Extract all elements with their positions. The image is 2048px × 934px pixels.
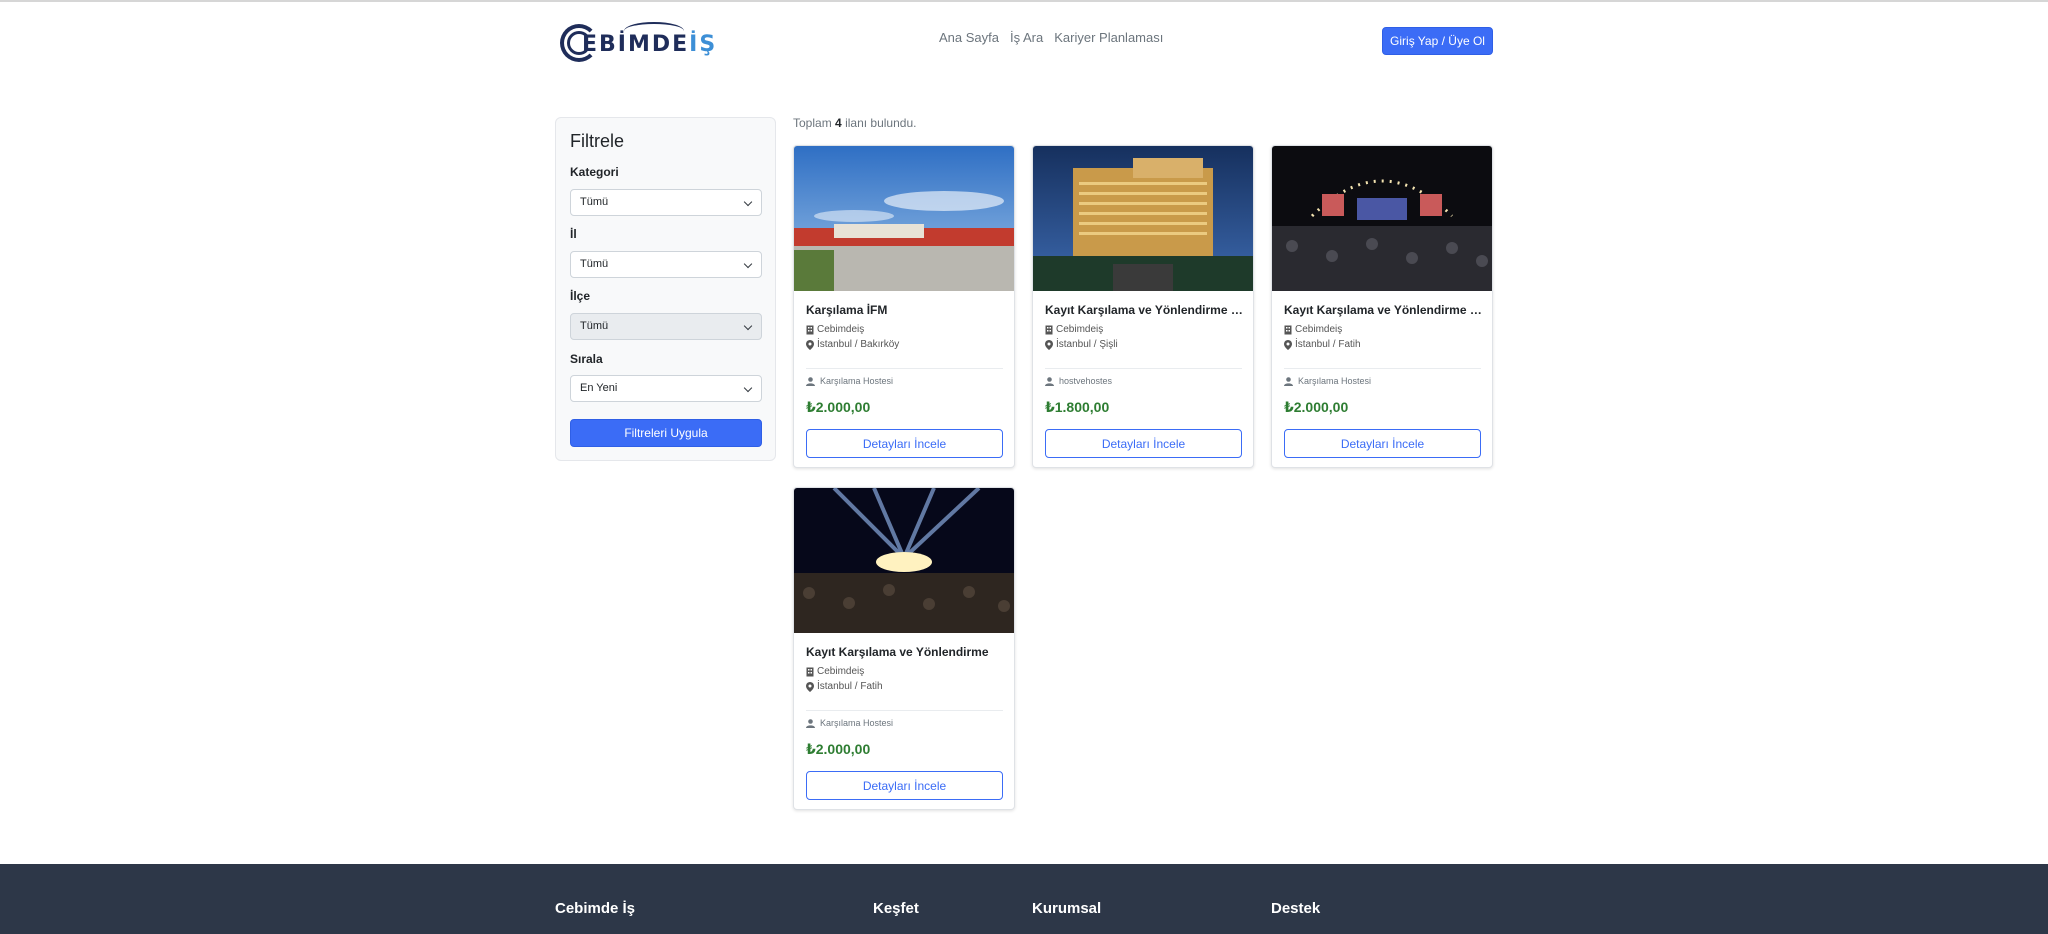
results-summary: Toplam 4 ilanı bulundu.: [793, 116, 916, 130]
job-price: ₺2.000,00: [806, 399, 871, 415]
building-icon: [1284, 325, 1292, 334]
district-select: Tümü: [570, 313, 762, 340]
job-card: Kayıt Karşılama ve Yönlendirme Hostesi C…: [1032, 145, 1254, 468]
chevron-down-icon: [743, 383, 753, 393]
chevron-down-icon: [743, 197, 753, 207]
company-name: Cebimdeiş: [1295, 324, 1343, 335]
map-pin-icon: [1284, 339, 1292, 350]
logo-text: EBİMDEİŞ: [582, 32, 718, 57]
results-suffix: ilanı bulundu.: [845, 116, 917, 130]
nav-career-planning[interactable]: Kariyer Planlaması: [1054, 30, 1163, 45]
view-details-button[interactable]: Detayları İncele: [806, 429, 1003, 458]
job-price: ₺2.000,00: [806, 741, 871, 757]
job-card: Karşılama İFM Cebimdeiş İstanbul / Bakır…: [793, 145, 1015, 468]
job-card: Kayıt Karşılama ve Yönlendirme Hostesi C…: [1271, 145, 1493, 468]
login-register-button[interactable]: Giriş Yap / Üye Ol: [1382, 27, 1493, 55]
job-card: Kayıt Karşılama ve Yönlendirme Cebimdeiş…: [793, 487, 1015, 810]
user-icon: [1045, 376, 1054, 386]
company-line: Cebimdeiş: [806, 324, 864, 335]
main-nav: Ana Sayfa İş Ara Kariyer Planlaması: [939, 30, 1163, 45]
category-select[interactable]: Tümü: [570, 189, 762, 216]
position-line: Karşılama Hostesi: [806, 376, 893, 386]
job-title[interactable]: Kayıt Karşılama ve Yönlendirme: [806, 645, 1004, 659]
building-icon: [1045, 325, 1053, 334]
view-details-button[interactable]: Detayları İncele: [806, 771, 1003, 800]
user-icon: [806, 376, 815, 386]
footer-col-brand: Cebimde İş: [555, 900, 636, 917]
position-text: Karşılama Hostesi: [820, 718, 894, 728]
position-text: Karşılama Hostesi: [820, 376, 894, 386]
job-title[interactable]: Karşılama İFM: [806, 303, 1004, 317]
job-image-concert-lights: [794, 488, 1014, 633]
category-select-value: Tümü: [580, 196, 609, 208]
card-divider: [1045, 368, 1242, 369]
filter-panel: Filtrele Kategori Tümü İl Tümü İlçe Tümü…: [555, 117, 776, 461]
job-image-hotel: [1033, 146, 1253, 291]
building-icon: [806, 667, 814, 676]
sort-select[interactable]: En Yeni: [570, 375, 762, 402]
location-text: İstanbul / Şişli: [1056, 339, 1118, 350]
city-select[interactable]: Tümü: [570, 251, 762, 278]
filter-title: Filtrele: [570, 131, 625, 151]
card-divider: [806, 710, 1003, 711]
chevron-down-icon: [743, 321, 753, 331]
location-line: İstanbul / Bakırköy: [806, 339, 899, 350]
footer-col-discover: Keşfet: [873, 900, 919, 917]
company-name: Cebimdeiş: [1056, 324, 1104, 335]
sort-label: Sırala: [570, 352, 603, 366]
user-icon: [806, 718, 815, 728]
job-image-concert-stage: [1272, 146, 1492, 291]
sort-select-value: En Yeni: [580, 382, 618, 394]
nav-job-search[interactable]: İş Ara: [1010, 30, 1043, 45]
view-details-button[interactable]: Detayları İncele: [1045, 429, 1242, 458]
card-divider: [1284, 368, 1481, 369]
job-image-stadium: [794, 146, 1014, 291]
results-prefix: Toplam: [793, 116, 832, 130]
apply-filters-button[interactable]: Filtreleri Uygula: [570, 419, 762, 447]
location-text: İstanbul / Bakırköy: [817, 339, 900, 350]
company-line: Cebimdeiş: [806, 666, 864, 677]
city-label: İl: [570, 227, 577, 241]
company-name: Cebimdeiş: [817, 324, 865, 335]
site-logo[interactable]: EBİMDEİŞ: [560, 20, 715, 64]
job-price: ₺2.000,00: [1284, 399, 1349, 415]
district-label: İlçe: [570, 289, 591, 303]
location-line: İstanbul / Fatih: [1284, 339, 1361, 350]
job-title[interactable]: Kayıt Karşılama ve Yönlendirme Hostesi: [1045, 303, 1243, 317]
map-pin-icon: [1045, 339, 1053, 350]
site-header: EBİMDEİŞ Ana Sayfa İş Ara Kariyer Planla…: [0, 2, 2048, 76]
view-details-button[interactable]: Detayları İncele: [1284, 429, 1481, 458]
position-text: hostvehostes: [1059, 376, 1113, 386]
results-count: 4: [835, 116, 842, 130]
location-text: İstanbul / Fatih: [817, 681, 883, 692]
city-select-value: Tümü: [580, 258, 609, 270]
job-title[interactable]: Kayıt Karşılama ve Yönlendirme Hostesi: [1284, 303, 1482, 317]
category-label: Kategori: [570, 165, 619, 179]
card-divider: [806, 368, 1003, 369]
map-pin-icon: [806, 681, 814, 692]
user-icon: [1284, 376, 1293, 386]
position-line: Karşılama Hostesi: [806, 718, 893, 728]
position-line: Karşılama Hostesi: [1284, 376, 1371, 386]
footer-col-corporate: Kurumsal: [1032, 900, 1102, 917]
position-text: Karşılama Hostesi: [1298, 376, 1372, 386]
location-text: İstanbul / Fatih: [1295, 339, 1361, 350]
site-footer: Cebimde İş Keşfet Kurumsal Destek: [0, 864, 2048, 934]
chevron-down-icon: [743, 259, 753, 269]
location-line: İstanbul / Fatih: [806, 681, 883, 692]
nav-home[interactable]: Ana Sayfa: [939, 30, 999, 45]
company-line: Cebimdeiş: [1284, 324, 1342, 335]
map-pin-icon: [806, 339, 814, 350]
location-line: İstanbul / Şişli: [1045, 339, 1118, 350]
district-select-value: Tümü: [580, 320, 609, 332]
company-line: Cebimdeiş: [1045, 324, 1103, 335]
footer-col-support: Destek: [1271, 900, 1321, 917]
building-icon: [806, 325, 814, 334]
company-name: Cebimdeiş: [817, 666, 865, 677]
job-price: ₺1.800,00: [1045, 399, 1110, 415]
position-line: hostvehostes: [1045, 376, 1112, 386]
